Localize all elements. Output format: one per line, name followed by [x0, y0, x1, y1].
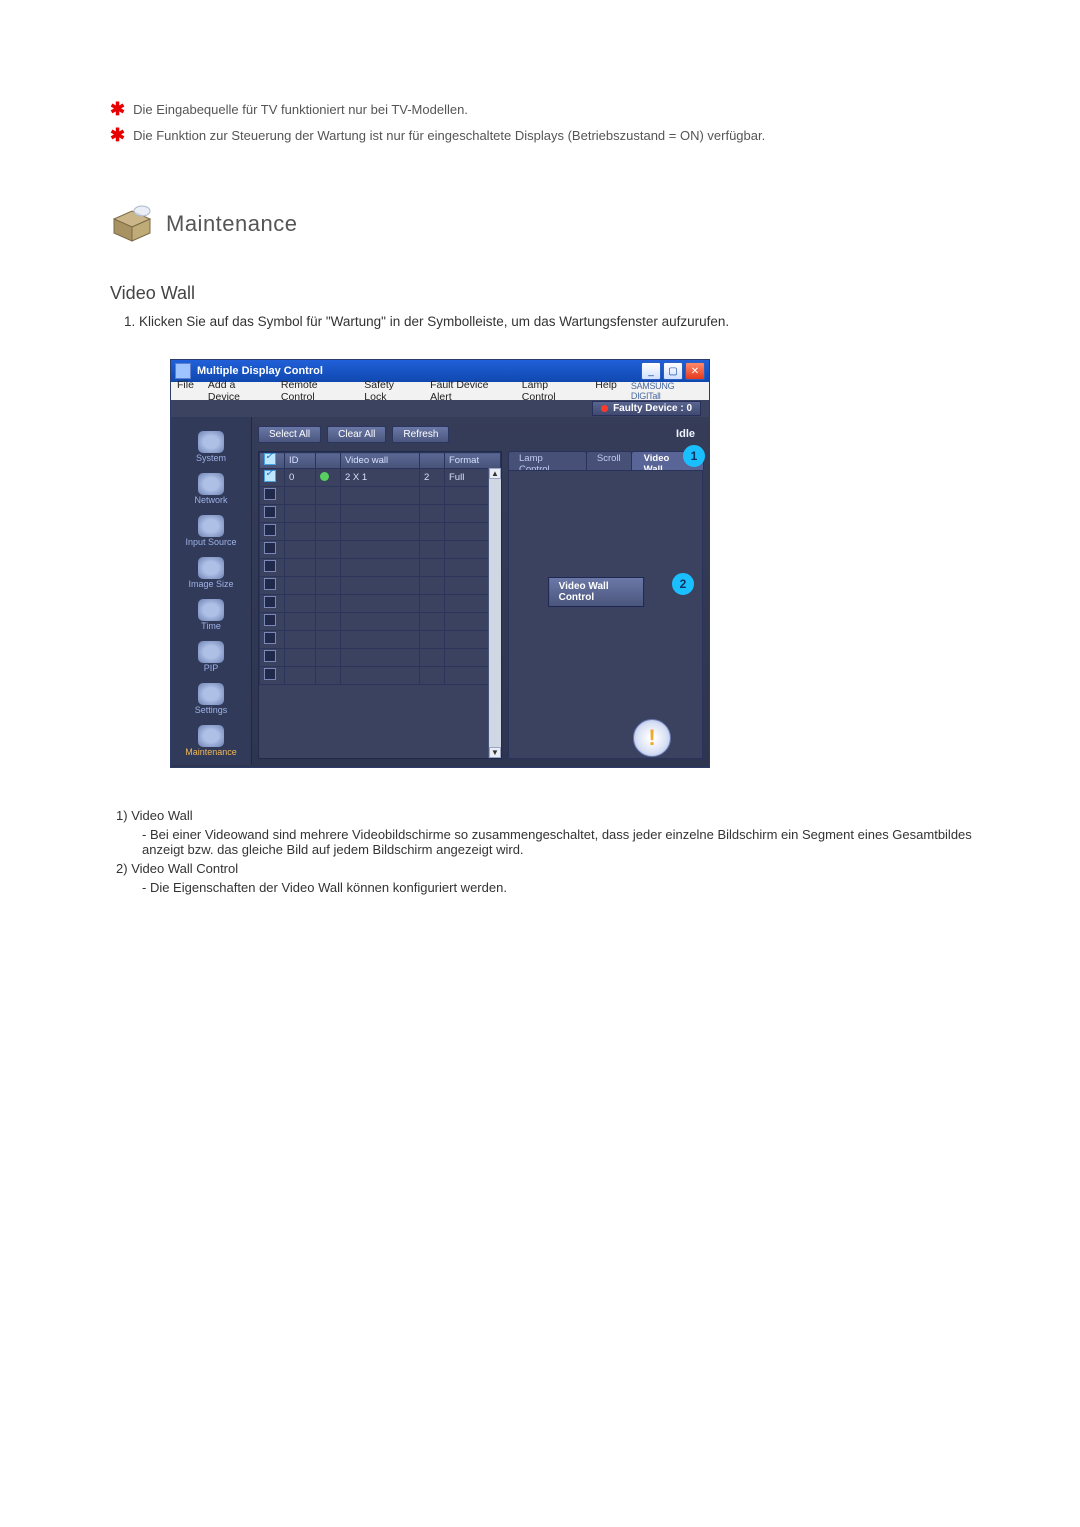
pip-icon: [198, 641, 224, 663]
table-row[interactable]: [260, 487, 501, 505]
menubar: File Add a Device Remote Control Safety …: [171, 382, 709, 400]
status-idle: Idle: [676, 428, 703, 440]
window-title: Multiple Display Control: [197, 365, 323, 377]
row-checkbox[interactable]: [264, 564, 276, 575]
annotation-1: 1: [683, 445, 705, 467]
input-icon: [198, 515, 224, 537]
col-status: [316, 453, 341, 469]
sidebar-item-system[interactable]: System: [176, 423, 246, 463]
row-checkbox[interactable]: [264, 528, 276, 539]
alert-dot-icon: [601, 405, 608, 412]
top-notes: ✱ Die Eingabequelle für TV funktioniert …: [110, 100, 980, 145]
legend-2-body: - Die Eigenschaften der Video Wall könne…: [142, 880, 980, 895]
close-button[interactable]: ✕: [685, 362, 705, 380]
sidebar-item-input-source[interactable]: Input Source: [176, 507, 246, 547]
star-icon: ✱: [110, 126, 125, 144]
faulty-device-badge: Faulty Device : 0: [592, 401, 701, 416]
refresh-button[interactable]: Refresh: [392, 426, 449, 443]
legend-1-body: - Bei einer Videowand sind mehrere Video…: [142, 827, 980, 857]
table-row[interactable]: 0 2 X 1 2 Full: [260, 469, 501, 487]
note-1: Die Eingabequelle für TV funktioniert nu…: [133, 100, 980, 120]
maintenance-header: Maintenance: [110, 205, 980, 243]
tab-lamp-control[interactable]: Lamp Control: [508, 451, 587, 470]
time-icon: [198, 599, 224, 621]
menu-add-device[interactable]: Add a Device: [208, 379, 267, 403]
table-row[interactable]: [260, 505, 501, 523]
row-checkbox[interactable]: [264, 654, 276, 665]
legend: 1) Video Wall - Bei einer Videowand sind…: [110, 808, 980, 895]
menu-remote-control[interactable]: Remote Control: [281, 379, 350, 403]
warning-icon: !: [633, 719, 671, 757]
row-checkbox[interactable]: [264, 474, 276, 485]
star-icon: ✱: [110, 100, 125, 118]
col-video-wall[interactable]: Video wall: [341, 453, 420, 469]
table-row[interactable]: [260, 595, 501, 613]
note-2: Die Funktion zur Steuerung der Wartung i…: [133, 126, 980, 146]
sidebar: System Network Input Source Image Size T…: [171, 417, 252, 765]
scroll-down-icon[interactable]: ▼: [489, 747, 501, 758]
table-row[interactable]: [260, 577, 501, 595]
table-row[interactable]: [260, 667, 501, 685]
row-checkbox[interactable]: [264, 510, 276, 521]
row-checkbox[interactable]: [264, 618, 276, 629]
video-wall-panel: Video Wall Control 2: [508, 470, 703, 759]
sidebar-item-image-size[interactable]: Image Size: [176, 549, 246, 589]
row-checkbox[interactable]: [264, 492, 276, 503]
row-checkbox[interactable]: [264, 546, 276, 557]
checkbox-header[interactable]: [264, 457, 276, 468]
toolbar: Select All Clear All Refresh Idle: [258, 423, 703, 445]
tab-strip: Lamp Control Scroll Video Wall 1: [508, 451, 703, 470]
sidebar-item-time[interactable]: Time: [176, 591, 246, 631]
legend-1-title: Video Wall: [131, 808, 192, 823]
row-checkbox[interactable]: [264, 600, 276, 611]
col-format[interactable]: Format: [445, 453, 501, 469]
select-all-button[interactable]: Select All: [258, 426, 321, 443]
scrollbar[interactable]: ▲ ▼: [488, 468, 501, 758]
menu-lamp-control[interactable]: Lamp Control: [522, 379, 582, 403]
menu-safety-lock[interactable]: Safety Lock: [364, 379, 416, 403]
scroll-up-icon[interactable]: ▲: [489, 468, 501, 479]
menu-fault-alert[interactable]: Fault Device Alert: [430, 379, 508, 403]
device-table: ID Video wall Format 0 2 X 1: [258, 451, 502, 759]
app-window: Multiple Display Control _ ▢ ✕ File Add …: [170, 359, 710, 768]
sidebar-item-network[interactable]: Network: [176, 465, 246, 505]
table-row[interactable]: [260, 631, 501, 649]
table-row[interactable]: [260, 559, 501, 577]
intro-text: 1. Klicken Sie auf das Symbol für "Wartu…: [110, 314, 980, 329]
menu-help[interactable]: Help: [595, 379, 617, 403]
right-panel: Lamp Control Scroll Video Wall 1 Video W…: [508, 451, 703, 759]
annotation-2: 2: [672, 573, 694, 595]
table-row[interactable]: [260, 649, 501, 667]
status-light-icon: [320, 472, 329, 481]
clear-all-button[interactable]: Clear All: [327, 426, 386, 443]
sidebar-item-pip[interactable]: PIP: [176, 633, 246, 673]
sidebar-item-settings[interactable]: Settings: [176, 675, 246, 715]
package-icon: [110, 205, 154, 243]
section-title: Maintenance: [166, 211, 297, 237]
image-size-icon: [198, 557, 224, 579]
row-checkbox[interactable]: [264, 636, 276, 647]
main-area: Select All Clear All Refresh Idle ID: [252, 417, 709, 765]
network-icon: [198, 473, 224, 495]
menu-file[interactable]: File: [177, 379, 194, 403]
minimize-button[interactable]: _: [641, 362, 661, 380]
sidebar-item-maintenance[interactable]: Maintenance: [176, 717, 246, 757]
tab-scroll[interactable]: Scroll: [586, 451, 632, 470]
maintenance-icon: [198, 725, 224, 747]
row-checkbox[interactable]: [264, 582, 276, 593]
gear-icon: [198, 431, 224, 453]
app-icon: [175, 363, 191, 379]
row-checkbox[interactable]: [264, 672, 276, 683]
settings-icon: [198, 683, 224, 705]
legend-2-title: Video Wall Control: [131, 861, 238, 876]
col-id[interactable]: ID: [285, 453, 316, 469]
video-wall-control-button[interactable]: Video Wall Control: [548, 577, 645, 607]
table-row[interactable]: [260, 541, 501, 559]
subsection-title: Video Wall: [110, 283, 980, 304]
table-row[interactable]: [260, 523, 501, 541]
table-row[interactable]: [260, 613, 501, 631]
maximize-button[interactable]: ▢: [663, 362, 683, 380]
brand-label: SAMSUNG DIGITall: [631, 381, 703, 401]
